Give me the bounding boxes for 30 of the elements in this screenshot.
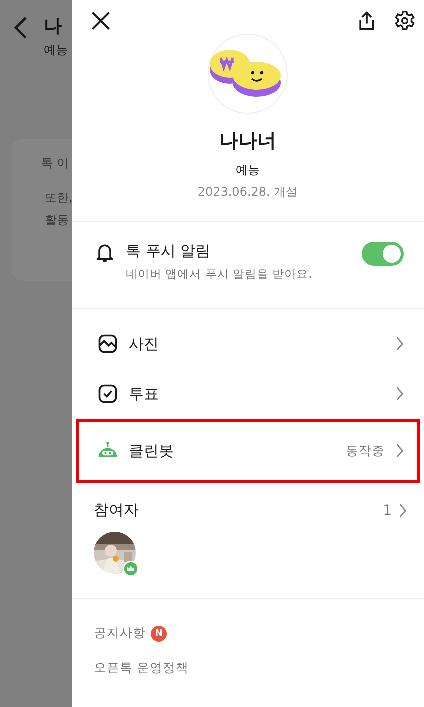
card-text: 톡 이 <box>41 155 70 172</box>
chevron-icon[interactable] <box>398 502 408 518</box>
chevron-icon <box>395 386 405 402</box>
bell-icon <box>94 242 116 264</box>
new-badge: N <box>151 626 167 642</box>
card-text: 활동 <box>45 212 70 229</box>
status-text: 동작중 <box>346 442 385 460</box>
footer-link[interactable]: 공지사항 <box>94 625 146 642</box>
settings-icon[interactable] <box>394 10 416 32</box>
close-icon[interactable] <box>90 10 112 32</box>
chat-category: 예능 <box>236 162 260 179</box>
card-text: 또한, <box>45 190 72 207</box>
footer-link[interactable]: 오픈톡 운영정책 <box>94 660 189 677</box>
push-toggle[interactable] <box>362 242 404 266</box>
chevron-icon <box>395 336 405 352</box>
push-label: 톡 푸시 알림 <box>126 242 212 261</box>
chat-title: 나 <box>44 15 63 38</box>
back-icon[interactable] <box>14 16 28 40</box>
push-description: 네이버 앱에서 푸시 알림을 받아요. <box>126 267 314 282</box>
created-date: 2023.06.28. 개설 <box>198 184 298 201</box>
chat-name: 나나너 <box>220 129 276 154</box>
image-icon <box>97 333 119 355</box>
menu-item[interactable]: 클린봇 동작중 <box>76 419 420 483</box>
menu-item[interactable]: 사진 <box>76 319 420 369</box>
participants-heading: 참여자 <box>94 501 140 520</box>
chat-category: 예능 <box>44 42 68 59</box>
participant-count: 1 <box>383 502 392 518</box>
menu-item[interactable]: 투표 <box>76 369 420 419</box>
chevron-icon <box>395 443 405 459</box>
checkbox-icon <box>97 383 119 405</box>
